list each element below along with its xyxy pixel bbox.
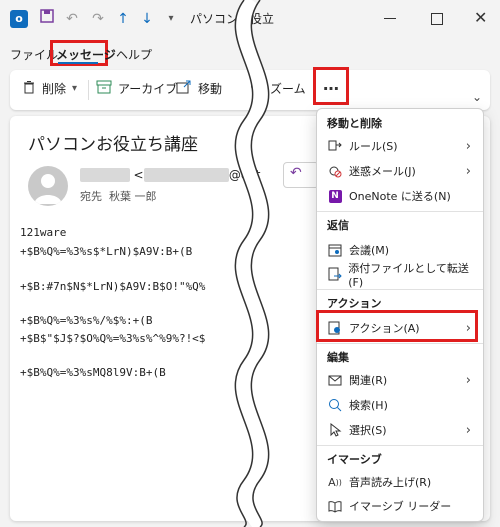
- move-label: 移動: [198, 82, 223, 96]
- to-name: 秋葉 一郎: [109, 190, 157, 203]
- move-icon: [176, 80, 192, 97]
- archive-icon: [96, 80, 112, 97]
- archive-label: アーカイブ: [118, 82, 178, 96]
- sender-address-redacted: xxxxxxxxxxxx: [143, 168, 229, 182]
- menu-item-label: 添付ファイルとして転送(F): [348, 261, 469, 289]
- menu-header-edit: 編集: [327, 351, 349, 364]
- close-icon[interactable]: ✕: [474, 8, 487, 27]
- menu-header-actions: アクション: [327, 297, 382, 310]
- undo-icon[interactable]: ↶: [62, 8, 82, 30]
- menu-item-label: 関連(R): [349, 374, 388, 387]
- menu-item-label: 選択(S): [349, 424, 387, 437]
- chevron-right-icon: ›: [465, 372, 471, 388]
- save-icon[interactable]: [38, 8, 56, 30]
- forward-attachment-icon: [327, 266, 342, 282]
- calendar-icon: [327, 242, 343, 258]
- menu-item-select[interactable]: 選択(S) ›: [323, 419, 477, 441]
- menu-item-search[interactable]: 検索(H): [323, 394, 477, 416]
- tab-message-underline: [58, 62, 98, 64]
- menu-item-onenote[interactable]: N OneNote に送る(N): [323, 185, 477, 207]
- delete-button[interactable]: 削除 ▾: [22, 80, 77, 97]
- menu-item-junk[interactable]: 迷惑メール(J) ›: [323, 160, 477, 182]
- cursor-icon: [327, 422, 343, 438]
- more-icon: …: [323, 75, 339, 94]
- rules-icon: [327, 138, 343, 154]
- body-line: +$B%Q%=%3%s%/%$%:+(B: [20, 314, 153, 327]
- menu-item-label: イマーシブ リーダー: [349, 500, 452, 513]
- menu-divider: [317, 445, 483, 446]
- menu-item-forward-attachment[interactable]: 添付ファイルとして転送(F): [323, 262, 477, 289]
- menu-item-label: ルール(S): [349, 140, 398, 153]
- chevron-right-icon: ›: [465, 422, 471, 438]
- body-line: 121ware: [20, 226, 67, 239]
- body-line: +$B:#7n$N$*LrN)$A9V:B$O!"%Q%: [20, 280, 206, 293]
- menu-item-related[interactable]: 関連(R) ›: [323, 369, 477, 391]
- archive-button[interactable]: アーカイブ: [96, 80, 177, 97]
- menu-divider: [317, 343, 483, 344]
- menu-item-label: 検索(H): [349, 399, 388, 412]
- ribbon-divider: [88, 80, 89, 100]
- actions-item-highlight: [316, 310, 478, 342]
- menu-header-immersive: イマーシブ: [327, 453, 382, 466]
- menu-divider: [317, 289, 483, 290]
- menu-item-label: 音声読み上げ(R): [349, 476, 432, 489]
- sender-name-redacted: xxxxxxx: [80, 168, 130, 182]
- trash-icon: [22, 80, 36, 97]
- maximize-icon[interactable]: [431, 13, 443, 25]
- menu-divider: [317, 211, 483, 212]
- mail-icon: [327, 372, 343, 388]
- up-arrow-icon[interactable]: ↑: [114, 8, 132, 30]
- tear-separator: [234, 0, 270, 527]
- chevron-right-icon: ›: [465, 138, 471, 154]
- menu-item-label: 迷惑メール(J): [349, 165, 416, 178]
- tab-message[interactable]: メッセージ: [56, 46, 116, 63]
- to-label: 宛先: [80, 190, 102, 203]
- menu-item-label: 会議(M): [349, 244, 390, 257]
- customize-qat-icon[interactable]: ▾: [164, 8, 178, 30]
- message-subject: パソコンお役立ち講座: [28, 135, 198, 155]
- move-button[interactable]: 移動: [176, 80, 222, 97]
- body-line: +$B$"$J$?$O%Q%=%3%s%^%9%?!<$: [20, 332, 206, 345]
- onenote-icon: N: [327, 188, 343, 204]
- to-line: 宛先 秋葉 一郎: [80, 188, 157, 204]
- outlook-logo-icon: o: [10, 10, 28, 28]
- menu-header-reply: 返信: [327, 219, 349, 232]
- chevron-down-icon[interactable]: ▾: [72, 83, 77, 94]
- chevron-right-icon: ›: [465, 163, 471, 179]
- menu-item-read-aloud[interactable]: A)) 音声読み上げ(R): [323, 471, 477, 493]
- body-line: +$B%Q%=%3%s$*LrN)$A9V:B+(B: [20, 245, 193, 258]
- menu-header-move-delete: 移動と削除: [327, 117, 382, 130]
- ribbon-collapse-chevron-icon[interactable]: ⌄: [472, 90, 482, 104]
- minimize-icon[interactable]: [384, 18, 396, 19]
- redo-icon[interactable]: ↷: [88, 8, 108, 30]
- more-options-button[interactable]: …: [313, 67, 349, 105]
- tab-help[interactable]: ヘルプ: [116, 46, 152, 63]
- menu-item-meeting[interactable]: 会議(M): [323, 239, 477, 261]
- avatar: [28, 166, 68, 206]
- immersive-reader-icon: [327, 498, 343, 514]
- junk-mail-icon: [327, 163, 343, 179]
- read-aloud-icon: A)): [328, 475, 342, 489]
- search-icon: [327, 397, 343, 413]
- body-line: +$B%Q%=%3%sMQ8l9V:B+(B: [20, 366, 166, 379]
- menu-item-rules[interactable]: ルール(S) ›: [323, 135, 477, 157]
- menu-item-immersive-reader[interactable]: イマーシブ リーダー: [323, 495, 477, 517]
- delete-label: 削除: [42, 82, 67, 96]
- down-arrow-icon[interactable]: ↓: [138, 8, 156, 30]
- menu-item-label: OneNote に送る(N): [349, 190, 451, 203]
